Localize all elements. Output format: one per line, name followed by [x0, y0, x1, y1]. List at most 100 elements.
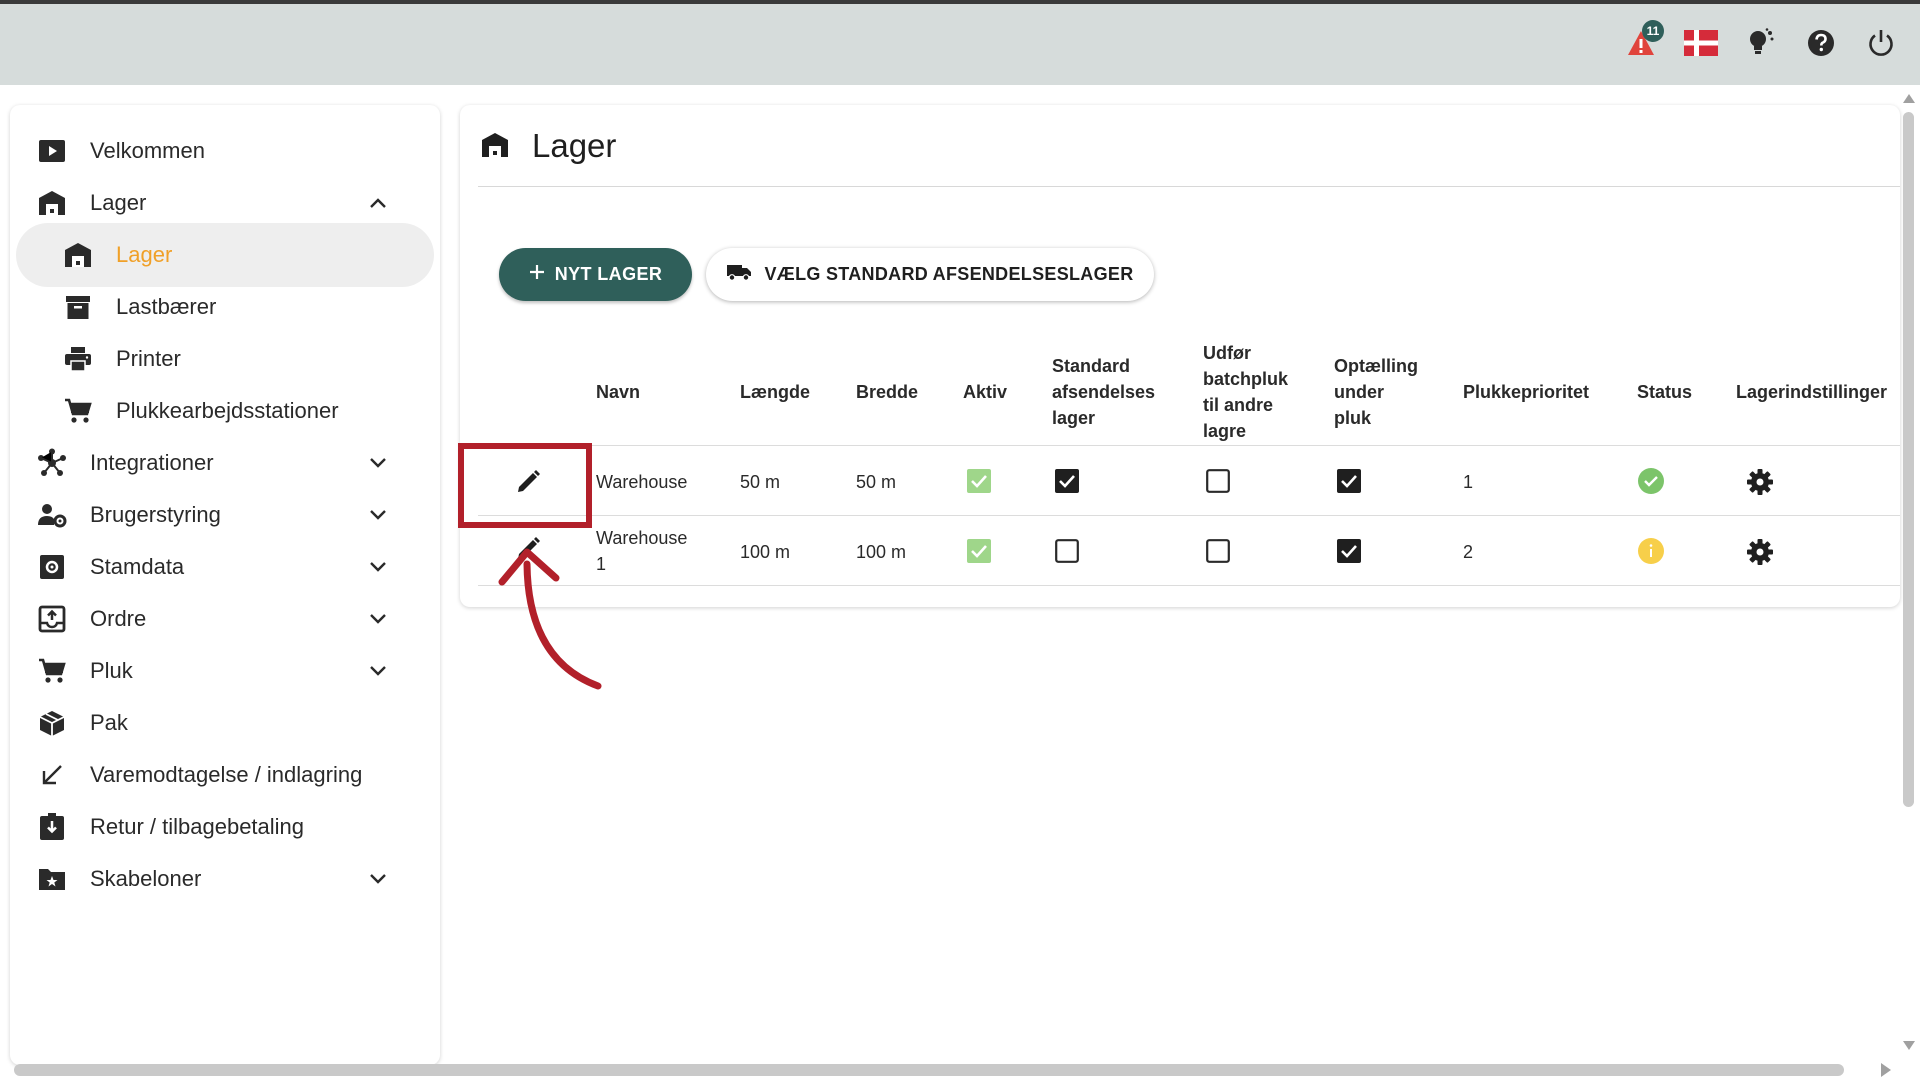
help-icon[interactable] [1804, 26, 1838, 60]
archive-icon [62, 291, 94, 323]
column-header-aktiv[interactable]: Aktiv [963, 379, 1007, 405]
chevron-down-icon[interactable] [368, 609, 388, 629]
row-divider [478, 585, 1900, 586]
column-header-standard[interactable]: Standard afsendelses lager [1052, 353, 1155, 431]
row-divider [478, 445, 1900, 446]
column-header-optaelling[interactable]: Optælling under pluk [1334, 353, 1418, 431]
chevron-down-icon[interactable] [368, 869, 388, 889]
header-line: Standard [1052, 356, 1131, 376]
count-checkbox[interactable] [1337, 539, 1361, 563]
title-divider [478, 186, 1900, 187]
count-checkbox[interactable] [1337, 469, 1361, 493]
sidebar-item-label: Plukkearbejdsstationer [116, 398, 339, 423]
danish-flag-icon[interactable] [1684, 26, 1718, 60]
sidebar-item-label: Velkommen [90, 138, 205, 163]
header-line: batchpluk [1203, 369, 1289, 389]
cell-bredde: 50 m [856, 472, 897, 492]
column-header-status[interactable]: Status [1637, 379, 1692, 405]
select-default-warehouse-button[interactable]: VÆLG STANDARD AFSENDELSESLAGER [706, 248, 1154, 301]
status-warning-icon [1638, 538, 1664, 569]
highlight-box [458, 443, 592, 528]
package-icon [36, 707, 68, 739]
sidebar-item-label: Retur / tilbagebetaling [90, 814, 305, 839]
lightbulb-icon[interactable] [1744, 26, 1778, 60]
column-header-bredde[interactable]: Bredde [856, 379, 918, 405]
new-warehouse-button[interactable]: NYT LAGER [499, 248, 692, 301]
header-line: afsendelses [1052, 382, 1156, 402]
chevron-down-icon[interactable] [368, 453, 388, 473]
gear-icon[interactable] [1746, 538, 1774, 571]
cell-navn: Warehouse [596, 472, 688, 492]
gear-icon[interactable] [1746, 468, 1774, 501]
printer-icon [62, 343, 94, 375]
batch-checkbox[interactable] [1206, 469, 1230, 493]
cell-bredde: 100 m [856, 542, 907, 562]
active-check-icon [967, 469, 991, 493]
sidebar-item-label: Lager [90, 190, 147, 215]
sidebar-item-label: Ordre [90, 606, 147, 631]
scroll-down-icon[interactable] [1902, 1040, 1916, 1052]
sidebar: Velkommen Lager Lager Lastbærer Printer … [10, 105, 440, 1065]
scroll-up-icon[interactable] [1902, 92, 1916, 104]
folder-star-icon [36, 863, 68, 895]
sidebar-item-label: Varemodtagelse / indlagring [90, 762, 363, 787]
scroll-right-icon[interactable] [1880, 1062, 1892, 1078]
sidebar-item-label: Integrationer [90, 450, 214, 475]
power-icon[interactable] [1864, 26, 1898, 60]
inbox-upload-icon [36, 603, 68, 635]
cell-laengde: 100 m [740, 542, 791, 562]
sidebar-item-label: Brugerstyring [90, 502, 221, 527]
header-line: til andre [1203, 395, 1274, 415]
sidebar-item-label: Skabeloner [90, 866, 202, 891]
header-line: Udfør [1203, 343, 1251, 363]
plus-icon [529, 264, 545, 285]
horizontal-scrollbar[interactable] [14, 1064, 1844, 1076]
active-check-icon [967, 539, 991, 563]
header-line: Optælling [1334, 356, 1418, 376]
new-warehouse-label: NYT LAGER [554, 264, 663, 284]
standard-checkbox[interactable] [1055, 469, 1079, 493]
annotation-arrow-icon [498, 548, 602, 690]
sidebar-item-label: Pluk [90, 658, 133, 683]
cell-laengde: 50 m [740, 472, 781, 492]
main-panel: Lager NYT LAGER VÆLG STANDARD AFSENDELSE… [460, 105, 1900, 607]
sidebar-item-skabeloner[interactable]: Skabeloner [10, 847, 440, 911]
chevron-down-icon[interactable] [368, 557, 388, 577]
sidebar-item-label: Stamdata [90, 554, 185, 579]
header-line: lager [1052, 408, 1096, 428]
vertical-scrollbar[interactable] [1903, 112, 1914, 807]
header-line: pluk [1334, 408, 1372, 428]
cell-prioritet: 1 [1463, 472, 1474, 492]
user-settings-icon [36, 499, 68, 531]
header-line: lagre [1203, 421, 1247, 441]
app-bar-icons: 11 [1624, 20, 1898, 60]
alert-icon[interactable]: 11 [1624, 20, 1664, 60]
standard-checkbox[interactable] [1055, 539, 1079, 563]
page-title: Lager [532, 127, 617, 164]
column-header-batch[interactable]: Udfør batchpluk til andre lagre [1203, 340, 1288, 444]
sidebar-item-label: Pak [90, 710, 128, 735]
app-root: 11 Velkommen Lager Lager Lastbærer Print… [0, 0, 1920, 1080]
column-header-laengde[interactable]: Længde [740, 379, 810, 405]
row-divider [478, 515, 1900, 516]
column-header-indstillinger[interactable]: Lagerindstillinger [1736, 379, 1887, 405]
sidebar-item-label: Printer [116, 346, 181, 371]
sidebar-item-label: Lastbærer [116, 294, 217, 319]
warehouse-icon [62, 239, 94, 271]
play-icon [36, 135, 68, 167]
sidebar-item-label: Lager [116, 242, 173, 267]
hub-icon [36, 447, 68, 479]
chevron-down-icon[interactable] [368, 505, 388, 525]
select-default-warehouse-label: VÆLG STANDARD AFSENDELSESLAGER [764, 264, 1134, 284]
column-header-prioritet[interactable]: Plukkeprioritet [1463, 379, 1589, 405]
chevron-down-icon[interactable] [368, 661, 388, 681]
warehouse-icon [480, 131, 512, 163]
chevron-up-icon[interactable] [368, 193, 388, 213]
status-ok-icon [1638, 468, 1664, 499]
app-bar: 11 [0, 4, 1920, 85]
cart-icon [36, 655, 68, 687]
warehouse-icon [36, 187, 68, 219]
batch-checkbox[interactable] [1206, 539, 1230, 563]
column-header-navn[interactable]: Navn [596, 379, 640, 405]
header-line: under [1334, 382, 1385, 402]
